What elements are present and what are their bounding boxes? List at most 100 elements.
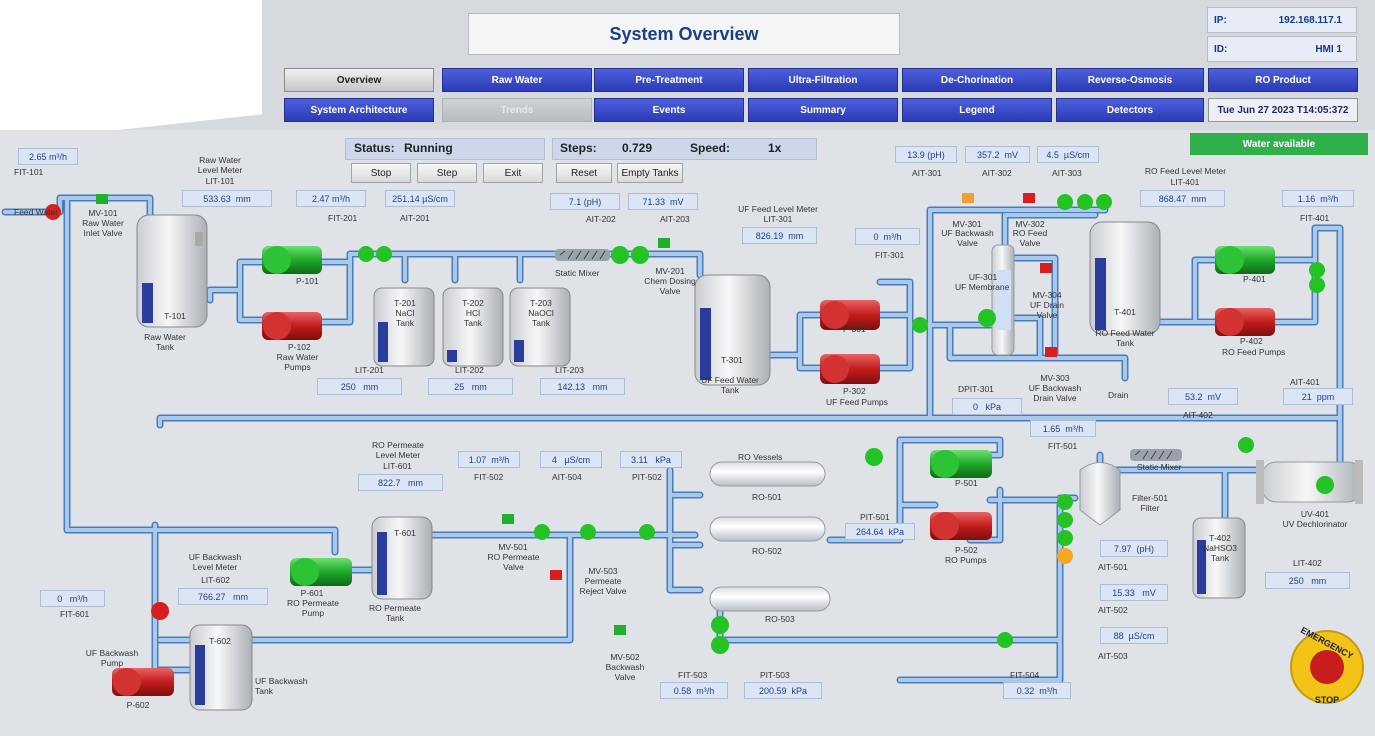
mv304-label: MV-304 — [1032, 290, 1062, 300]
lit401-title: RO Feed Level Meter — [1144, 166, 1227, 176]
lit203-value: 142.13 mm — [540, 378, 625, 395]
ro503-label: RO-503 — [765, 614, 795, 624]
mv304-desc: UF Drain Valve — [1029, 300, 1064, 320]
uv401-desc: UV Dechlorinator — [1282, 519, 1348, 529]
pit503-value: 200.59 kPa — [744, 682, 822, 699]
ait301-value: 13.9 (pH) — [895, 146, 957, 163]
t301-label: T-301 — [721, 355, 743, 365]
lit602-title: UF Backwash Level Meter — [188, 552, 242, 572]
process-diagram — [1, 193, 1364, 711]
p402-label: P-402 — [1240, 336, 1263, 346]
lit202-label: LIT-202 — [455, 365, 484, 375]
ait402-label: AIT-402 — [1183, 410, 1213, 420]
static-mixer-ro — [1130, 449, 1182, 461]
uf-membrane — [991, 244, 1015, 356]
ait502-value: 15.33 mV — [1100, 584, 1168, 601]
ait504-value: 4 µS/cm — [540, 451, 602, 468]
fit201-value: 2.47 m³/h — [296, 190, 366, 207]
feed-water-label: Feed Water — [14, 207, 59, 217]
fit503-value: 0.58 m³/h — [660, 682, 728, 699]
emergency-stop-button[interactable] — [1291, 631, 1363, 703]
p502-label: P-502 — [955, 545, 978, 555]
exit-button[interactable]: Exit — [483, 163, 543, 183]
ro-vessels-label: RO Vessels — [738, 452, 783, 462]
fit401-label: FIT-401 — [1300, 213, 1330, 223]
raw-pumps-label: Raw Water Pumps — [276, 352, 319, 372]
fit501-label: FIT-501 — [1048, 441, 1078, 451]
fit301-label: FIT-301 — [875, 250, 905, 260]
ait401-label: AIT-401 — [1290, 377, 1320, 387]
mv502-desc: Backwash Valve — [605, 662, 645, 682]
ait302-value: 357.2 mV — [965, 146, 1030, 163]
status-label: Status: — [354, 141, 395, 155]
fit201-label: FIT-201 — [328, 213, 358, 223]
ait203-value: 71.33 mV — [628, 193, 698, 210]
mv101-desc: Raw Water Inlet Valve — [82, 218, 124, 238]
p601-desc: RO Permeate Pump — [287, 598, 339, 618]
fit601-value: 0 m³/h — [40, 590, 105, 607]
mv503-label: MV-503 — [588, 566, 618, 576]
ait202-value: 7.1 (pH) — [550, 193, 620, 210]
fit504-value: 0.32 m³/h — [1003, 682, 1071, 699]
pit502-value: 3.11 kPa — [620, 451, 682, 468]
t202-tank: Tank — [464, 318, 482, 328]
lit402-label: LIT-402 — [1293, 558, 1322, 568]
uf301-label: UF-301 — [968, 272, 998, 282]
p101-label: P-101 — [296, 276, 319, 286]
ait503-value: 88 µS/cm — [1100, 627, 1168, 644]
lit402-value: 250 mm — [1265, 572, 1350, 589]
step-button[interactable]: Step — [417, 163, 477, 183]
ait203-label: AIT-203 — [660, 214, 690, 224]
lit201-label: LIT-201 — [355, 365, 384, 375]
t201-chem: NaCl — [395, 308, 415, 318]
lit301-title: UF Feed Level Meter — [738, 204, 818, 214]
p601-label: P-601 — [300, 588, 324, 598]
lit401-label: LIT-401 — [1170, 177, 1200, 187]
ro-feed-pumps-label: RO Feed Pumps — [1222, 347, 1286, 357]
fit101-label: FIT-101 — [14, 167, 44, 177]
fit502-value: 1.07 m³/h — [458, 451, 520, 468]
reset-button[interactable]: Reset — [556, 163, 612, 183]
p501-label: P-501 — [955, 478, 978, 488]
empty-tanks-button[interactable]: Empty Tanks — [617, 163, 683, 183]
t401-label: T-401 — [1114, 307, 1136, 317]
water-available-banner: Water available — [1190, 133, 1368, 155]
mv501-desc: RO Permeate Valve — [487, 552, 540, 572]
mv101-label: MV-101 — [88, 208, 118, 218]
speed-value: 1x — [768, 141, 782, 155]
mv502-label: MV-502 — [610, 652, 640, 662]
ait302-label: AIT-302 — [982, 168, 1012, 178]
fit301-value: 0 m³/h — [855, 228, 920, 245]
ait202-label: AIT-202 — [586, 214, 616, 224]
ro-pumps-label: RO Pumps — [945, 555, 987, 565]
filter501-desc: Filter — [1140, 503, 1160, 513]
lit201-value: 250 mm — [317, 378, 402, 395]
ait503-label: AIT-503 — [1098, 651, 1128, 661]
ait303-label: AIT-303 — [1052, 168, 1082, 178]
pit501-value: 264.64 kPa — [845, 523, 915, 540]
t203-chem: NaOCl — [528, 308, 554, 318]
t402-label: T-402 — [1209, 533, 1231, 543]
lit101-label: LIT-101 — [205, 176, 235, 186]
filter501-label: Filter-501 — [1132, 493, 1168, 503]
ait501-label: AIT-501 — [1098, 562, 1128, 572]
status-value: Running — [404, 141, 453, 155]
t201-tank: Tank — [396, 318, 414, 328]
fit501-value: 1.65 m³/h — [1030, 420, 1096, 437]
mv301-desc: UF Backwash Valve — [941, 228, 994, 248]
ro501-label: RO-501 — [752, 492, 782, 502]
stop-button[interactable]: Stop — [351, 163, 411, 183]
ait402-value: 53.2 mV — [1168, 388, 1238, 405]
t602-desc: UF Backwash Tank — [255, 676, 308, 696]
fit502-label: FIT-502 — [474, 472, 504, 482]
t301-desc: UF Feed Water Tank — [701, 375, 759, 395]
lit601-value: 822.7 mm — [358, 474, 443, 491]
t602-label: T-602 — [209, 636, 231, 646]
lit601-label: LIT-601 — [383, 461, 412, 471]
t202-label: T-202 — [462, 298, 484, 308]
lit602-label: LIT-602 — [201, 575, 230, 585]
t101-label: T-101 — [164, 311, 186, 321]
mv501-label: MV-501 — [498, 542, 528, 552]
t201-label: T-201 — [394, 298, 416, 308]
dpit301-label: DPIT-301 — [958, 384, 994, 394]
